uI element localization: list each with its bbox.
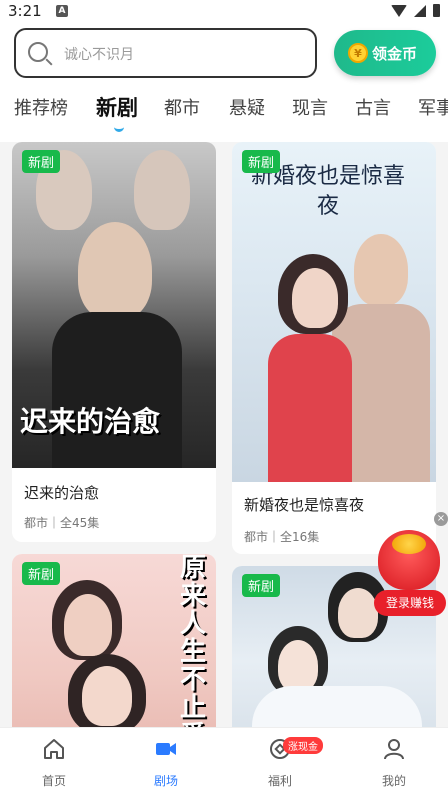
tab-urban[interactable]: 都市 bbox=[164, 94, 200, 120]
tab-suspense[interactable]: 悬疑 bbox=[229, 94, 265, 120]
poster-figure bbox=[78, 222, 152, 320]
cash-badge: 涨现金 bbox=[283, 737, 323, 754]
new-badge: 新剧 bbox=[242, 574, 281, 597]
new-badge: 新剧 bbox=[242, 150, 281, 173]
poster-figure-body bbox=[268, 334, 352, 482]
poster-title-text: 原来人生不止爱 bbox=[180, 554, 207, 727]
poster-figure bbox=[292, 268, 338, 328]
drama-grid: 迟来的治愈 新剧 迟来的治愈 都市｜全45集 新婚夜也是惊喜夜 新剧 新婚夜也是… bbox=[0, 142, 448, 727]
nav-label: 福利 bbox=[267, 774, 292, 788]
nav-label: 我的 bbox=[381, 774, 406, 788]
new-badge: 新剧 bbox=[22, 562, 61, 585]
tab-military[interactable]: 军事 bbox=[418, 94, 448, 120]
active-tab-indicator bbox=[114, 126, 124, 132]
tab-recommend[interactable]: 推荐榜 bbox=[14, 94, 68, 120]
status-time: 3:21 bbox=[8, 2, 42, 20]
drama-title: 新婚夜也是惊喜夜 bbox=[244, 496, 365, 514]
poster-title-text: 迟来的治愈 bbox=[20, 405, 161, 438]
claim-coins-button[interactable]: ¥ 领金币 bbox=[334, 30, 436, 76]
poster-figure-body bbox=[52, 312, 182, 468]
nav-item-profile[interactable]: 我的 bbox=[354, 736, 434, 789]
drama-poster: 迟来的治愈 bbox=[12, 142, 216, 468]
search-icon bbox=[28, 42, 48, 62]
battery-icon bbox=[433, 4, 440, 17]
notification-icon: A bbox=[56, 5, 68, 17]
video-icon bbox=[156, 743, 176, 755]
nav-label: 剧场 bbox=[153, 774, 178, 788]
poster-figure bbox=[338, 588, 378, 638]
category-tabs: 推荐榜 新剧 都市 悬疑 现言 古言 军事 bbox=[0, 94, 448, 138]
drama-card[interactable]: 迟来的治愈 新剧 迟来的治愈 都市｜全45集 bbox=[12, 142, 216, 542]
drama-card[interactable]: 原来人生不止爱 新剧 bbox=[12, 554, 216, 727]
bottom-nav: 首页 剧场 福利 我的 bbox=[0, 727, 448, 800]
drama-card[interactable]: 新婚夜也是惊喜夜 新剧 新婚夜也是惊喜夜 都市｜全16集 bbox=[232, 142, 436, 554]
search-input[interactable]: 诚心不识月 bbox=[14, 28, 317, 78]
coin-icon: ¥ bbox=[348, 43, 368, 63]
nav-label: 首页 bbox=[41, 774, 66, 788]
header: 诚心不识月 ¥ 领金币 推荐榜 新剧 都市 悬疑 现言 古言 军事 bbox=[0, 24, 448, 142]
promo-login-earn-button[interactable]: 登录赚钱 bbox=[374, 590, 446, 616]
poster-figure bbox=[82, 666, 132, 726]
poster-figure bbox=[64, 594, 112, 656]
poster-figure bbox=[134, 150, 190, 230]
poster-figure bbox=[354, 234, 408, 306]
wifi-icon bbox=[391, 4, 407, 17]
status-icons bbox=[391, 4, 440, 17]
search-placeholder: 诚心不识月 bbox=[64, 47, 134, 63]
nav-item-home[interactable]: 首页 bbox=[14, 736, 94, 789]
drama-meta: 都市｜全16集 bbox=[244, 530, 320, 544]
home-icon bbox=[44, 739, 64, 759]
nav-item-theater[interactable]: 剧场 bbox=[126, 736, 206, 789]
tab-ancient-romance[interactable]: 古言 bbox=[355, 94, 391, 120]
poster-figure bbox=[278, 640, 318, 692]
user-icon bbox=[384, 739, 404, 760]
claim-coins-label: 领金币 bbox=[372, 45, 418, 63]
tab-new[interactable]: 新剧 bbox=[96, 94, 138, 122]
drama-meta: 都市｜全45集 bbox=[24, 516, 100, 530]
drama-title: 迟来的治愈 bbox=[24, 484, 100, 502]
drama-poster: 新婚夜也是惊喜夜 bbox=[232, 142, 436, 482]
tab-modern-romance[interactable]: 现言 bbox=[292, 94, 328, 120]
promo-close-icon[interactable]: × bbox=[434, 512, 448, 526]
new-badge: 新剧 bbox=[22, 150, 61, 173]
red-envelope-icon[interactable] bbox=[378, 530, 440, 590]
status-bar: 3:21 A bbox=[0, 0, 448, 24]
poster-figure-body bbox=[252, 686, 422, 727]
signal-icon bbox=[414, 4, 426, 17]
